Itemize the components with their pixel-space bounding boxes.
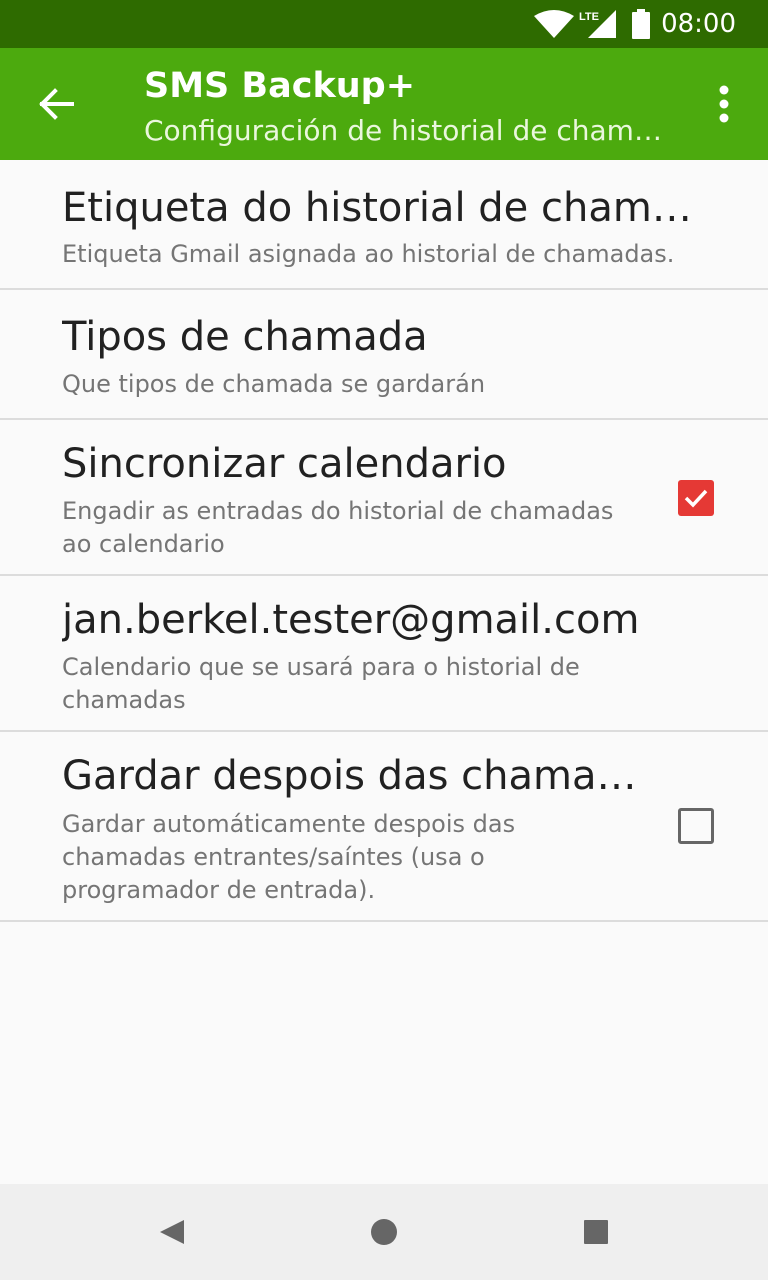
calendar-sync-checkbox[interactable] [678, 480, 714, 516]
save-after-calls-checkbox[interactable] [678, 808, 714, 844]
pref-save-after-calls[interactable]: Gardar despois das chamadas Gardar autom… [0, 732, 768, 922]
pref-call-log-label[interactable]: Etiqueta do historial de chamadas Etique… [0, 160, 768, 290]
pref-title: Etiqueta do historial de chamadas [62, 185, 702, 231]
nav-home-button[interactable] [360, 1208, 408, 1256]
app-title: SMS Backup+ [144, 66, 416, 106]
battery-icon [632, 9, 650, 39]
back-button[interactable] [24, 80, 88, 128]
pref-summary: Gardar automáticamente despois das chama… [62, 810, 516, 904]
pref-call-types[interactable]: Tipos de chamada Que tipos de chamada se… [0, 290, 768, 420]
pref-title: Sincronizar calendario [62, 441, 507, 487]
app-bar: SMS Backup+ Configuración de historial d… [0, 48, 768, 160]
pref-summary: Que tipos de chamada se gardarán [62, 370, 486, 398]
app-subtitle: Configuración de historial de chamadas [144, 114, 674, 147]
nav-recents-button[interactable] [572, 1208, 620, 1256]
pref-summary: Calendario que se usará para o historial… [62, 653, 580, 714]
pref-calendar-account[interactable]: jan.berkel.tester@gmail.com Calendario q… [0, 576, 768, 732]
nav-back-button[interactable] [148, 1208, 196, 1256]
pref-title: Gardar despois das chamadas [62, 753, 642, 799]
pref-title: Tipos de chamada [62, 314, 428, 360]
home-circle-icon [371, 1219, 397, 1245]
recents-square-icon [584, 1220, 608, 1244]
status-bar: LTE 08:00 [0, 0, 768, 48]
checkmark-icon [684, 489, 708, 508]
more-vert-icon [719, 85, 729, 123]
status-time: 08:00 [661, 9, 736, 39]
pref-calendar-sync[interactable]: Sincronizar calendario Engadir as entrad… [0, 420, 768, 576]
overflow-menu-button[interactable] [700, 80, 748, 128]
lte-signal-icon: LTE [579, 10, 616, 38]
svg-text:LTE: LTE [579, 11, 599, 23]
navigation-bar [0, 1184, 768, 1280]
preference-list: Etiqueta do historial de chamadas Etique… [0, 160, 768, 922]
pref-summary: Etiqueta Gmail asignada ao historial de … [62, 240, 675, 268]
wifi-icon [534, 10, 574, 38]
back-triangle-icon [160, 1220, 184, 1244]
pref-summary: Engadir as entradas do historial de cham… [62, 497, 614, 558]
arrow-back-icon [39, 88, 74, 120]
pref-title: jan.berkel.tester@gmail.com [62, 597, 640, 643]
